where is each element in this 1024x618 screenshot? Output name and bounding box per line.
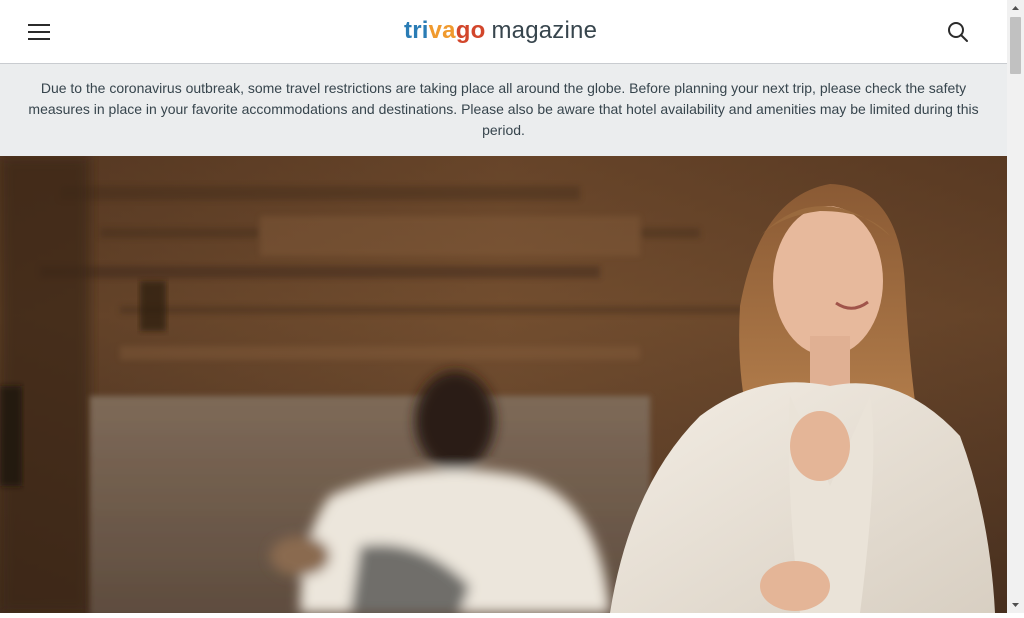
- scrollbar-thumb[interactable]: [1010, 17, 1021, 74]
- menu-line: [28, 38, 50, 40]
- search-icon-glyph: [948, 22, 968, 42]
- scroll-down-glyph: [1012, 603, 1019, 607]
- logo-part-magazine: magazine: [491, 17, 598, 44]
- page: trivago magazine Due to the coronavirus o…: [0, 0, 1007, 613]
- top-bar: trivago magazine: [0, 0, 1007, 64]
- scroll-down-arrow-icon[interactable]: [1007, 596, 1024, 613]
- logo-part-tri: tri: [404, 17, 429, 44]
- hamburger-menu-icon[interactable]: [28, 22, 50, 42]
- search-icon[interactable]: [946, 20, 970, 44]
- menu-line: [28, 24, 50, 26]
- scroll-up-glyph: [1012, 6, 1019, 10]
- vertical-scrollbar[interactable]: [1007, 0, 1024, 613]
- menu-line: [28, 31, 50, 33]
- logo-part-go: go: [455, 17, 486, 44]
- coronavirus-notice-banner: Due to the coronavirus outbreak, some tr…: [0, 64, 1007, 156]
- trivago-magazine-logo[interactable]: trivago magazine: [404, 15, 597, 47]
- logo-part-va: va: [428, 17, 456, 44]
- notice-text: Due to the coronavirus outbreak, some tr…: [28, 80, 979, 138]
- hero-photo: [0, 156, 1007, 613]
- scroll-up-arrow-icon[interactable]: [1007, 0, 1024, 17]
- hero-image: [0, 156, 1007, 613]
